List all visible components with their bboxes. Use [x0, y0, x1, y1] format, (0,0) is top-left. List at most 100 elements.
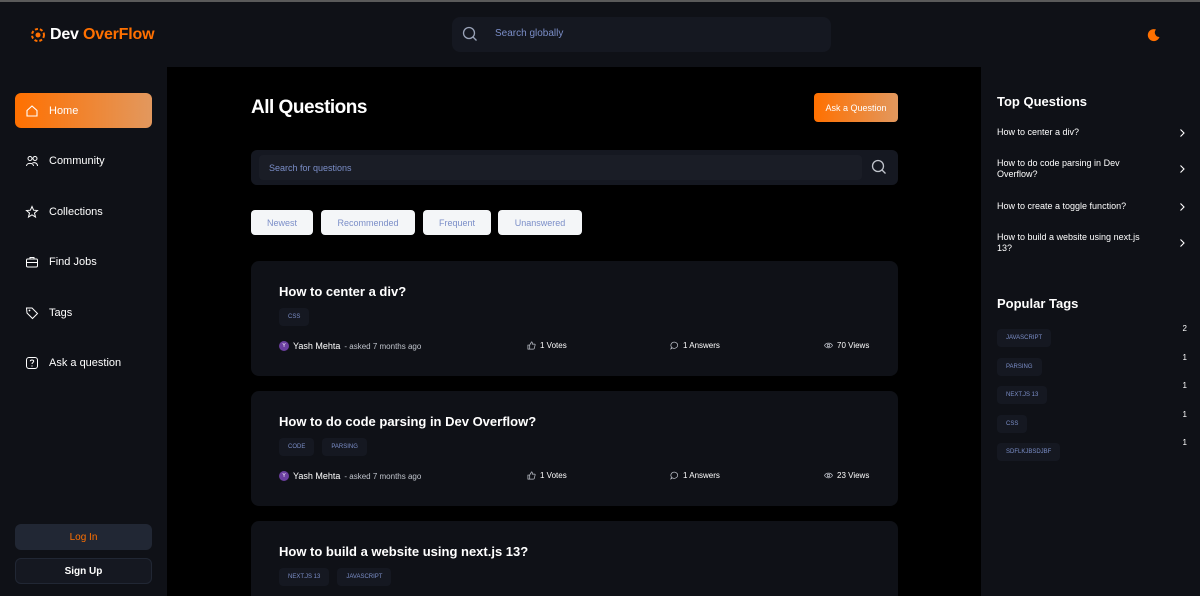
filter-frequent[interactable]: Frequent [423, 210, 491, 235]
chevron-right-icon [1180, 239, 1185, 247]
tag-badge[interactable]: css [279, 308, 310, 326]
question-card[interactable]: How to build a website using next.js 13?… [251, 521, 898, 596]
tag-badge[interactable]: next.js 13 [279, 568, 330, 586]
top-question-item[interactable]: How to center a div? [997, 127, 1187, 138]
popular-tag-row[interactable]: javascript 2 [997, 324, 1187, 347]
tag-icon [25, 307, 39, 319]
tag-count: 1 [1182, 381, 1187, 390]
home-icon [26, 104, 38, 117]
tag-badge[interactable]: parsing [322, 438, 367, 456]
chevron-right-icon [1180, 128, 1185, 137]
login-button[interactable]: Log In [15, 524, 152, 550]
top-question-item[interactable]: How to build a website using next.js 13? [997, 232, 1187, 254]
votes-stat: 1 Votes [527, 341, 567, 350]
tag-badge[interactable]: next.js 13 [997, 386, 1048, 404]
signup-button[interactable]: Sign Up [15, 558, 152, 584]
popular-tag-row[interactable]: css 1 [997, 410, 1187, 433]
sidebar-item-tags[interactable]: Tags [15, 295, 152, 330]
top-question-text: How to do code parsing in Dev Overflow? [997, 158, 1120, 179]
tag-badge[interactable]: parsing [997, 358, 1042, 376]
search-icon [462, 26, 477, 41]
question-author[interactable]: Y Yash Mehta - asked 7 months ago [279, 341, 421, 351]
briefcase-icon [26, 256, 38, 267]
views-count: 23 Views [837, 471, 870, 480]
author-name: Yash Mehta [293, 471, 341, 481]
sidebar-item-community[interactable]: Community [15, 143, 152, 178]
logo-icon [31, 28, 45, 42]
asked-time: - asked 7 months ago [344, 471, 422, 481]
popular-tag-row[interactable]: next.js 13 1 [997, 381, 1187, 404]
tag-badge[interactable]: code [279, 438, 315, 456]
views-stat: 23 Views [824, 471, 869, 480]
question-card[interactable]: How to center a div? css Y Yash Mehta - … [251, 261, 898, 376]
ask-question-button[interactable]: Ask a Question [814, 93, 898, 122]
thumbs-up-icon [527, 341, 536, 350]
question-title[interactable]: How to build a website using next.js 13? [279, 544, 528, 559]
question-search-bar: Search for questions [251, 150, 898, 185]
main-content: All Questions Ask a Question Search for … [167, 67, 981, 596]
question-card[interactable]: How to do code parsing in Dev Overflow? … [251, 391, 898, 506]
question-search-input[interactable]: Search for questions [259, 155, 862, 180]
eye-icon [824, 342, 833, 349]
answers-stat: 1 Answers [670, 341, 720, 350]
tag-count: 1 [1182, 438, 1187, 447]
page-title: All Questions [251, 97, 367, 118]
answers-count: 1 Answers [683, 341, 720, 350]
sidebar-item-label: Tags [49, 306, 73, 319]
question-title[interactable]: How to do code parsing in Dev Overflow? [279, 414, 536, 429]
tag-badge[interactable]: css [997, 415, 1028, 433]
top-question-item[interactable]: How to do code parsing in Dev Overflow? [997, 158, 1187, 180]
top-question-item[interactable]: How to create a toggle function? [997, 201, 1187, 212]
question-tags: next.js 13 javascript [279, 568, 392, 586]
logo-text: Dev OverFlow [50, 26, 155, 43]
question-author[interactable]: Y Yash Mehta - asked 7 months ago [279, 471, 421, 481]
popular-tags-heading: Popular Tags [997, 296, 1079, 311]
global-search-placeholder: Search globally [495, 28, 564, 39]
author-name: Yash Mehta [293, 341, 341, 351]
answers-count: 1 Answers [683, 471, 720, 480]
global-search-input[interactable]: Search globally [452, 17, 831, 52]
search-icon[interactable] [871, 159, 887, 175]
question-tags: css [279, 308, 310, 326]
message-icon [670, 471, 678, 480]
tag-badge[interactable]: javascript [337, 568, 392, 586]
popular-tag-row[interactable]: parsing 1 [997, 353, 1187, 376]
chevron-right-icon [1180, 165, 1185, 173]
question-icon [26, 356, 38, 369]
popular-tag-row[interactable]: sdflkjbsdjbf 1 [997, 438, 1187, 461]
sidebar-item-label: Ask a question [49, 356, 122, 369]
tag-badge[interactable]: sdflkjbsdjbf [997, 443, 1061, 461]
views-count: 70 Views [837, 341, 870, 350]
sidebar-item-label: Home [49, 104, 79, 117]
top-navbar: Dev OverFlow Search globally [0, 2, 1200, 67]
filter-unanswered[interactable]: Unanswered [498, 210, 582, 235]
right-sidebar: Top Questions How to center a div? How t… [981, 67, 1200, 596]
top-questions-heading: Top Questions [997, 94, 1088, 109]
answers-stat: 1 Answers [670, 471, 720, 480]
sidebar-item-label: Collections [49, 205, 103, 218]
sidebar-item-find-jobs[interactable]: Find Jobs [15, 244, 152, 279]
chevron-right-icon [1180, 202, 1185, 211]
eye-icon [824, 472, 833, 479]
asked-time: - asked 7 months ago [344, 341, 422, 351]
sidebar-item-ask-question[interactable]: Ask a question [15, 345, 152, 380]
sidebar-item-home[interactable]: Home [15, 93, 152, 128]
sidebar-item-label: Find Jobs [49, 255, 97, 268]
left-sidebar: Home Community Collections Find Jobs Tag… [0, 67, 167, 596]
moon-icon[interactable] [1147, 28, 1161, 42]
thumbs-up-icon [527, 471, 536, 480]
tag-badge[interactable]: javascript [997, 329, 1052, 347]
sidebar-item-collections[interactable]: Collections [15, 194, 152, 229]
views-stat: 70 Views [824, 341, 869, 350]
votes-count: 1 Votes [540, 341, 567, 350]
filter-recommended[interactable]: Recommended [321, 210, 415, 235]
star-icon [25, 204, 39, 218]
avatar: Y [279, 471, 289, 481]
logo[interactable]: Dev OverFlow [30, 26, 155, 44]
top-question-text: How to build a website using next.js 13? [997, 232, 1140, 253]
filter-newest[interactable]: Newest [251, 210, 313, 235]
users-icon [26, 155, 38, 166]
question-title[interactable]: How to center a div? [279, 284, 406, 299]
question-search-placeholder: Search for questions [269, 163, 352, 173]
votes-count: 1 Votes [540, 471, 567, 480]
